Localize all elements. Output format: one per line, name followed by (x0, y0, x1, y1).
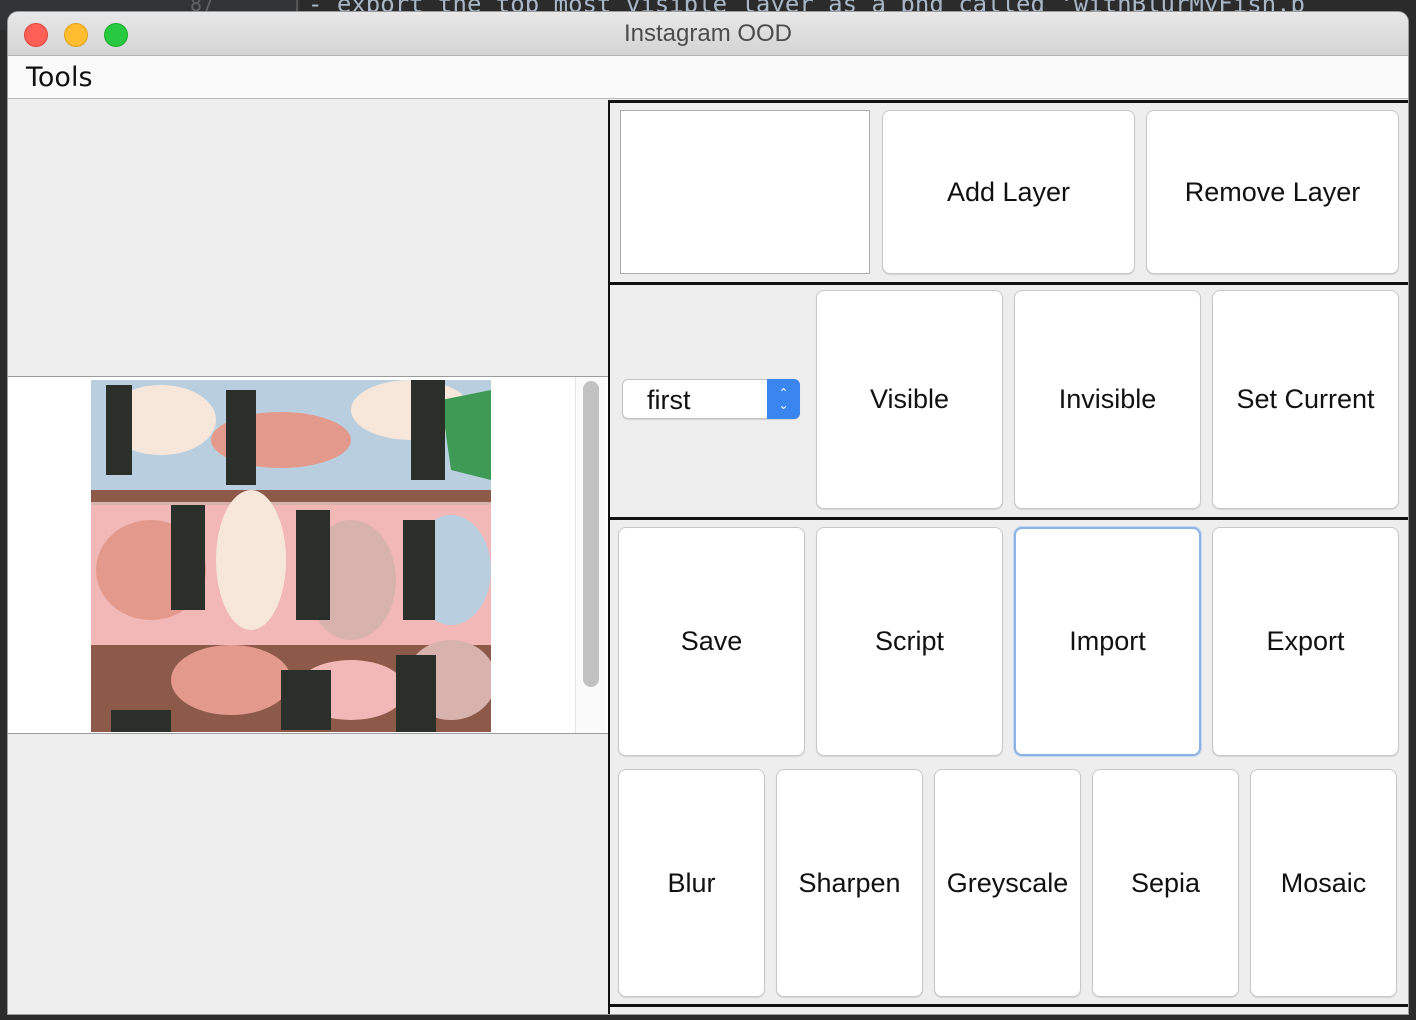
photo-price-tag (411, 380, 445, 480)
actions-section: Save Script Import Export Blur Sharpen G… (610, 517, 1408, 1007)
image-viewer[interactable] (8, 376, 608, 734)
image-panel (8, 100, 608, 1014)
updown-chevron-icon: ⌃ ⌄ (767, 379, 800, 419)
remove-layer-button[interactable]: Remove Layer (1146, 110, 1399, 274)
import-button[interactable]: Import (1014, 527, 1201, 756)
add-layer-button[interactable]: Add Layer (882, 110, 1135, 274)
controls-panel: Add Layer Remove Layer first ⌃ ⌄ Visible … (608, 100, 1408, 1014)
layer-select[interactable]: first ⌃ ⌄ (622, 379, 800, 419)
title-bar[interactable]: Instagram OOD (8, 12, 1408, 56)
export-button[interactable]: Export (1212, 527, 1399, 756)
sepia-button[interactable]: Sepia (1092, 769, 1239, 997)
photo-price-tag (403, 520, 435, 620)
photo-price-tag (111, 710, 171, 732)
photo-price-tag (226, 390, 256, 485)
save-button[interactable]: Save (618, 527, 805, 756)
layer-select-value: first (647, 385, 691, 415)
layer-management-section: Add Layer Remove Layer (610, 100, 1408, 282)
script-button[interactable]: Script (816, 527, 1003, 756)
app-window: Instagram OOD Tools Add Layer Remove Lay… (8, 12, 1408, 1014)
window-title: Instagram OOD (623, 20, 793, 47)
photo-price-tag (296, 510, 330, 620)
photo-price-tag (171, 505, 205, 610)
photo-price-tag (106, 385, 132, 475)
menu-bar: Tools (8, 56, 1408, 99)
vertical-scrollbar[interactable] (575, 377, 606, 733)
greyscale-button[interactable]: Greyscale (934, 769, 1081, 997)
layer-visibility-section: first ⌃ ⌄ Visible Invisible Set Current (610, 282, 1408, 517)
invisible-button[interactable]: Invisible (1014, 290, 1201, 509)
photo-fish (216, 490, 286, 630)
visible-button[interactable]: Visible (816, 290, 1003, 509)
fish-market-photo (91, 380, 491, 732)
photo-price-tag (281, 670, 331, 730)
menu-tools[interactable]: Tools (26, 56, 93, 99)
scrollbar-thumb[interactable] (583, 381, 599, 687)
mosaic-button[interactable]: Mosaic (1250, 769, 1397, 997)
photo-shelf-line (91, 490, 491, 502)
set-current-button[interactable]: Set Current (1212, 290, 1399, 509)
photo-price-tag (396, 655, 436, 732)
sharpen-button[interactable]: Sharpen (776, 769, 923, 997)
photo-fish (171, 645, 291, 715)
layer-image (91, 380, 491, 732)
layer-name-input[interactable] (620, 110, 870, 274)
blur-button[interactable]: Blur (618, 769, 765, 997)
